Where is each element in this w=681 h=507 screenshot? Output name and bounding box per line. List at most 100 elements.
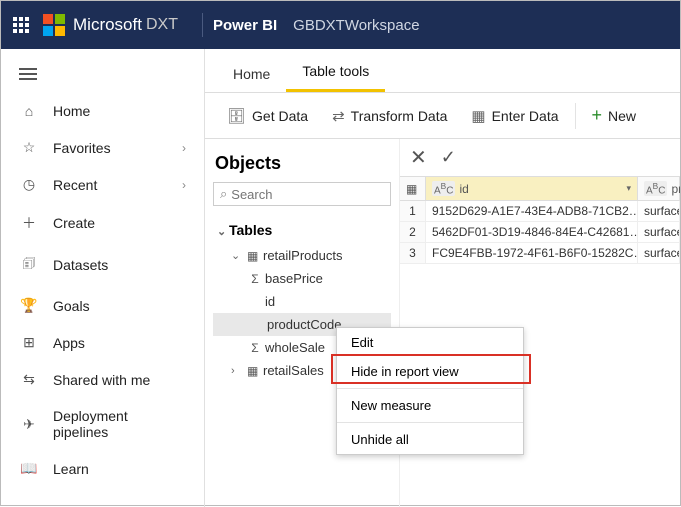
col-header-id[interactable]: ABCid▾ bbox=[426, 177, 638, 200]
nav-goals[interactable]: 🏆 Goals bbox=[1, 287, 204, 324]
nav-apps[interactable]: ⊞ Apps bbox=[1, 324, 204, 361]
left-nav: ⌂Home ☆Favorites› ◷Recent› ＋Create 🗊Data… bbox=[1, 49, 205, 507]
sigma-icon: Σ bbox=[249, 272, 261, 286]
nav-recent[interactable]: ◷ Recent› bbox=[1, 166, 204, 203]
grid-toolbar: ✕ ✓ bbox=[400, 139, 680, 176]
database-icon: 🗄 bbox=[227, 107, 246, 125]
sigma-icon: Σ bbox=[249, 341, 261, 355]
nav-label: Create bbox=[53, 215, 186, 231]
nav-label: Favorites bbox=[53, 140, 182, 156]
cell-pc: surface bbox=[638, 243, 680, 263]
tab-home[interactable]: Home bbox=[217, 54, 286, 92]
menu-divider bbox=[337, 388, 523, 389]
nav-label: Apps bbox=[53, 335, 186, 351]
plus-icon: + bbox=[592, 105, 603, 126]
nav-favorites[interactable]: ☆ Favorites› bbox=[1, 129, 204, 166]
check-icon[interactable]: ✓ bbox=[441, 147, 456, 168]
nav-label: Home bbox=[53, 103, 186, 119]
row-header-corner[interactable]: ▦ bbox=[400, 177, 426, 200]
nav-datasets[interactable]: 🗊Datasets bbox=[1, 243, 204, 287]
nav-shared[interactable]: ⇆ Shared with me bbox=[1, 361, 204, 398]
apps-icon: ⊞ bbox=[19, 334, 39, 351]
nav-home[interactable]: ⌂ Home bbox=[1, 93, 204, 129]
nav-label: Goals bbox=[53, 298, 186, 314]
cell-pc: surface bbox=[638, 222, 680, 242]
ribbon-label: New bbox=[608, 108, 636, 124]
table-row[interactable]: 3 FC9E4FBB-1972-4F61-B6F0-15282C… surfac… bbox=[400, 243, 680, 264]
topbar-separator bbox=[202, 13, 203, 37]
nav-label: Learn bbox=[53, 461, 186, 477]
context-menu: Edit Hide in report view New measure Unh… bbox=[336, 327, 524, 455]
book-icon: 📖 bbox=[19, 460, 39, 477]
ctx-hide-in-report-view[interactable]: Hide in report view bbox=[337, 357, 523, 386]
workspace-label: GBDXTWorkspace bbox=[293, 17, 419, 34]
type-text-icon: ABC bbox=[432, 181, 455, 196]
tree-table-retailproducts[interactable]: ⌄▦retailProducts bbox=[213, 244, 391, 267]
menu-divider bbox=[337, 422, 523, 423]
tree-field-id[interactable]: id bbox=[213, 290, 391, 313]
transform-data-button[interactable]: ⇄ Transform Data bbox=[320, 107, 459, 125]
search-input[interactable] bbox=[231, 187, 384, 202]
caret-right-icon: › bbox=[231, 365, 241, 377]
dxt-label: DXT bbox=[146, 16, 178, 34]
brand-label: Microsoft bbox=[73, 15, 142, 35]
ribbon-separator bbox=[575, 103, 576, 129]
grid-header: ▦ ABCid▾ ABCprc bbox=[400, 176, 680, 201]
cell-id: 5462DF01-3D19-4846-84E4-C42681… bbox=[426, 222, 638, 242]
clock-icon: ◷ bbox=[19, 176, 39, 193]
caret-down-icon: ⌄ bbox=[217, 225, 227, 238]
rocket-icon: ✈ bbox=[19, 416, 39, 433]
nav-label: Deployment pipelines bbox=[53, 408, 186, 440]
table-row[interactable]: 2 5462DF01-3D19-4846-84E4-C42681… surfac… bbox=[400, 222, 680, 243]
grid-icon: ▦ bbox=[471, 107, 485, 125]
dropdown-icon[interactable]: ▾ bbox=[626, 183, 631, 194]
app-launcher-icon[interactable] bbox=[13, 17, 29, 33]
close-icon[interactable]: ✕ bbox=[410, 145, 427, 170]
nav-label: Shared with me bbox=[53, 372, 186, 388]
nav-label: Datasets bbox=[53, 257, 186, 273]
row-number: 2 bbox=[400, 222, 426, 242]
star-icon: ☆ bbox=[19, 139, 39, 156]
trophy-icon: 🏆 bbox=[19, 297, 39, 314]
tab-strip: Home Table tools bbox=[205, 49, 680, 93]
chevron-right-icon: › bbox=[182, 178, 186, 192]
cell-id: FC9E4FBB-1972-4F61-B6F0-15282C… bbox=[426, 243, 638, 263]
microsoft-logo-icon bbox=[43, 14, 65, 36]
nav-learn[interactable]: 📖 Learn bbox=[1, 450, 204, 487]
get-data-button[interactable]: 🗄Get Data bbox=[215, 107, 320, 125]
new-button[interactable]: + New bbox=[580, 105, 649, 126]
objects-title: Objects bbox=[215, 153, 389, 174]
ribbon-label: Transform Data bbox=[351, 108, 448, 124]
table-icon: ▦ bbox=[247, 249, 259, 263]
caret-down-icon: ⌄ bbox=[231, 249, 241, 262]
tab-table-tools[interactable]: Table tools bbox=[286, 51, 385, 92]
col-header-pc[interactable]: ABCprc bbox=[638, 177, 680, 200]
row-number: 1 bbox=[400, 201, 426, 221]
ctx-new-measure[interactable]: New measure bbox=[337, 391, 523, 420]
cell-id: 9152D629-A1E7-43E4-ADB8-71CB2… bbox=[426, 201, 638, 221]
search-icon: ⌕ bbox=[220, 186, 227, 202]
enter-data-button[interactable]: ▦Enter Data bbox=[459, 107, 570, 125]
transform-icon: ⇄ bbox=[332, 107, 345, 125]
cell-pc: surface bbox=[638, 201, 680, 221]
hamburger-icon[interactable] bbox=[1, 55, 204, 93]
type-text-icon: ABC bbox=[644, 181, 667, 196]
nav-label: Recent bbox=[53, 177, 182, 193]
search-input-wrapper[interactable]: ⌕ bbox=[213, 182, 391, 206]
chevron-right-icon: › bbox=[182, 141, 186, 155]
nav-pipelines[interactable]: ✈ Deployment pipelines bbox=[1, 398, 204, 450]
tree-field-baseprice[interactable]: ΣbasePrice bbox=[213, 267, 391, 290]
ribbon: 🗄Get Data ⇄ Transform Data ▦Enter Data + N… bbox=[205, 93, 680, 139]
row-number: 3 bbox=[400, 243, 426, 263]
plus-icon: ＋ bbox=[19, 213, 39, 233]
ctx-edit[interactable]: Edit bbox=[337, 328, 523, 357]
table-icon: ▦ bbox=[406, 182, 417, 196]
table-icon: ▦ bbox=[247, 364, 259, 378]
home-icon: ⌂ bbox=[19, 103, 39, 119]
nav-create[interactable]: ＋ Create bbox=[1, 203, 204, 243]
tables-header[interactable]: ⌄Tables bbox=[213, 218, 391, 244]
shared-icon: ⇆ bbox=[19, 371, 39, 388]
top-bar: Microsoft DXT Power BI GBDXTWorkspace bbox=[1, 1, 680, 49]
ctx-unhide-all[interactable]: Unhide all bbox=[337, 425, 523, 454]
table-row[interactable]: 1 9152D629-A1E7-43E4-ADB8-71CB2… surface bbox=[400, 201, 680, 222]
